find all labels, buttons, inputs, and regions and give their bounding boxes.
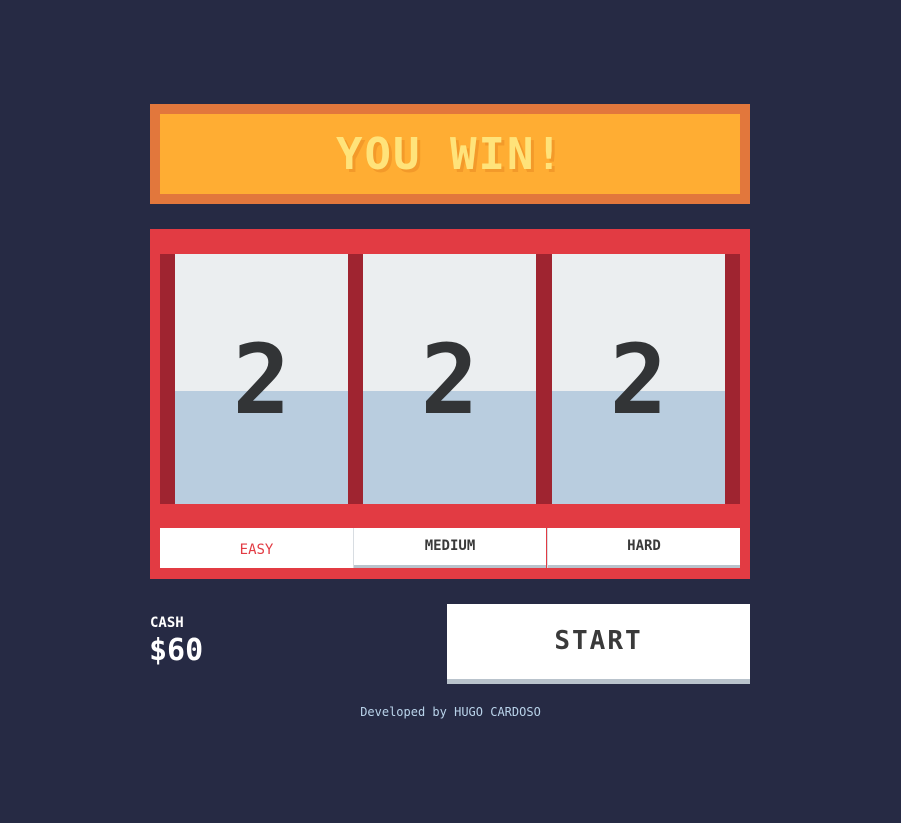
cash-value: $60 — [149, 633, 204, 668]
slot-machine: 2 2 2 EASY MEDIUM HARD — [150, 229, 750, 579]
footer-credit: Developed by HUGO CARDOSO — [360, 705, 541, 719]
reel-3-symbol: 2 — [609, 324, 668, 436]
reels-window: 2 2 2 — [160, 254, 740, 504]
difficulty-medium-button[interactable]: MEDIUM — [353, 528, 546, 568]
reel-2-symbol: 2 — [420, 324, 479, 436]
difficulty-selector: EASY MEDIUM HARD — [160, 528, 740, 568]
result-text: YOU WIN! — [336, 128, 564, 180]
reel-2: 2 — [363, 254, 536, 504]
result-banner: YOU WIN! — [150, 104, 750, 204]
reel-1-symbol: 2 — [232, 324, 291, 436]
difficulty-easy-button[interactable]: EASY — [160, 528, 353, 568]
difficulty-hard-button[interactable]: HARD — [547, 528, 740, 568]
reel-1: 2 — [175, 254, 348, 504]
reel-3: 2 — [552, 254, 725, 504]
start-button[interactable]: START — [447, 604, 750, 684]
result-banner-inner: YOU WIN! — [160, 114, 740, 194]
cash-label: CASH — [150, 615, 184, 631]
